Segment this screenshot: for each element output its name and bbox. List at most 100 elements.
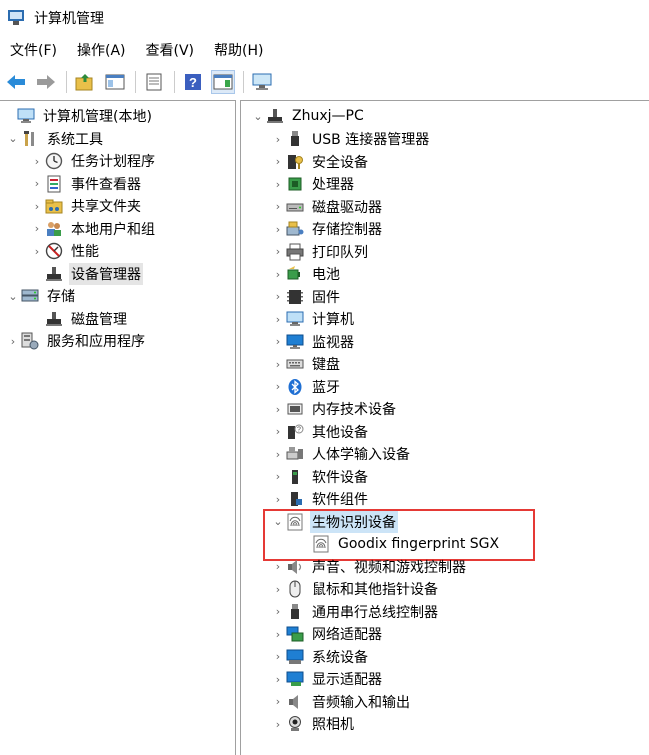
chevron-right-icon[interactable]: › xyxy=(271,470,285,483)
nav-item[interactable]: › 任务计划程序 xyxy=(30,150,157,172)
menu-view[interactable]: 查看(V) xyxy=(136,38,205,64)
device-category[interactable]: ⌄ 生物识别设备 xyxy=(271,510,398,533)
chevron-down-icon[interactable]: ⌄ xyxy=(6,132,20,145)
menu-action[interactable]: 操作(A) xyxy=(67,38,136,64)
chevron-right-icon[interactable]: › xyxy=(271,335,285,348)
device-category[interactable]: › 音频输入和输出 xyxy=(271,691,412,713)
device-category[interactable]: › 蓝牙 xyxy=(271,376,342,398)
chevron-right-icon[interactable]: › xyxy=(30,245,44,258)
chevron-right-icon[interactable]: › xyxy=(30,200,44,213)
back-button[interactable] xyxy=(4,70,28,94)
users-icon xyxy=(44,220,64,238)
nav-item[interactable]: 磁盘管理 xyxy=(30,308,129,330)
chevron-right-icon[interactable]: › xyxy=(271,695,285,708)
device-category[interactable]: › 磁盘驱动器 xyxy=(271,196,384,218)
chevron-down-icon[interactable]: ⌄ xyxy=(271,515,285,528)
device-category[interactable]: ›? 其他设备 xyxy=(271,421,370,443)
nav-item[interactable]: ⌄ 存储 xyxy=(6,285,77,307)
chevron-right-icon[interactable]: › xyxy=(271,245,285,258)
device-category[interactable]: › 计算机 xyxy=(271,308,356,330)
help-button[interactable]: ? xyxy=(181,70,205,94)
chevron-right-icon[interactable]: › xyxy=(6,335,20,348)
show-action-pane-button[interactable] xyxy=(211,70,235,94)
chevron-right-icon[interactable]: › xyxy=(271,448,285,461)
device-category[interactable]: › 内存技术设备 xyxy=(271,398,398,420)
device-category[interactable]: › 人体学输入设备 xyxy=(271,443,412,465)
toolbar-separator xyxy=(66,71,67,93)
nav-item[interactable]: › 服务和应用程序 xyxy=(6,330,147,352)
device-category[interactable]: › USB 连接器管理器 xyxy=(271,128,431,150)
device-category[interactable]: › 打印队列 xyxy=(271,241,370,263)
chevron-right-icon[interactable]: › xyxy=(271,313,285,326)
menu-file[interactable]: 文件(F) xyxy=(0,38,67,64)
nav-item[interactable]: 计算机管理(本地) xyxy=(2,105,154,127)
device-tree-root[interactable]: ⌄ Zhuxj—PC xyxy=(251,105,366,127)
device-item[interactable]: Goodix fingerprint SGX xyxy=(297,533,501,555)
window-title: 计算机管理 xyxy=(34,11,104,27)
chevron-right-icon[interactable]: › xyxy=(30,155,44,168)
chevron-right-icon[interactable]: › xyxy=(30,177,44,190)
show-hide-tree-button[interactable] xyxy=(103,70,127,94)
nav-item[interactable]: › 性能 xyxy=(30,240,101,262)
chevron-right-icon[interactable]: › xyxy=(271,583,285,596)
chevron-right-icon[interactable]: › xyxy=(271,718,285,731)
device-category[interactable]: › 电池 xyxy=(271,263,342,285)
device-category[interactable]: › 固件 xyxy=(271,286,342,308)
up-folder-button[interactable] xyxy=(73,70,97,94)
disk-management-icon xyxy=(44,310,64,328)
chevron-right-icon[interactable]: › xyxy=(271,155,285,168)
device-category[interactable]: › 监视器 xyxy=(271,331,356,353)
device-category[interactable]: › 照相机 xyxy=(271,713,356,735)
tree-item-label: 固件 xyxy=(312,289,340,306)
chevron-right-icon[interactable]: › xyxy=(271,380,285,393)
device-category[interactable]: › 通用串行总线控制器 xyxy=(271,601,440,623)
chevron-right-icon[interactable]: › xyxy=(271,493,285,506)
fingerprint-icon xyxy=(311,535,331,553)
device-category[interactable]: › 处理器 xyxy=(271,173,356,195)
nav-item[interactable]: › 事件查看器 xyxy=(30,173,143,195)
nav-item[interactable]: › 共享文件夹 xyxy=(30,195,143,217)
chevron-right-icon[interactable]: › xyxy=(271,650,285,663)
chevron-right-icon[interactable]: › xyxy=(271,200,285,213)
device-category[interactable]: › 存储控制器 xyxy=(271,218,384,240)
monitor-button[interactable] xyxy=(250,70,274,94)
tree-item-label: 服务和应用程序 xyxy=(47,334,145,350)
chevron-right-icon[interactable]: › xyxy=(271,403,285,416)
device-category[interactable]: › 软件组件 xyxy=(271,488,370,510)
properties-button[interactable] xyxy=(142,70,166,94)
device-category[interactable]: › 网络适配器 xyxy=(271,623,384,645)
menu-help[interactable]: 帮助(H) xyxy=(204,38,273,64)
device-tree[interactable]: ⌄ Zhuxj—PC › USB 连接器管理器 › 安全设备 › 处理器 › 磁盘驱动器 › 存储控制… xyxy=(240,100,649,755)
toolbar: ? xyxy=(0,66,649,98)
chevron-right-icon[interactable]: › xyxy=(271,223,285,236)
chevron-down-icon[interactable]: ⌄ xyxy=(251,110,265,123)
chevron-right-icon[interactable]: › xyxy=(271,133,285,146)
device-category[interactable]: › 安全设备 xyxy=(271,151,370,173)
device-category[interactable]: › 鼠标和其他指针设备 xyxy=(271,578,440,600)
chevron-right-icon[interactable]: › xyxy=(271,268,285,281)
chevron-right-icon[interactable]: › xyxy=(271,673,285,686)
device-category[interactable]: › 声音、视频和游戏控制器 xyxy=(271,556,468,578)
tree-item-label: 处理器 xyxy=(312,177,354,193)
chevron-right-icon[interactable]: › xyxy=(271,425,285,438)
device-category[interactable]: › 系统设备 xyxy=(271,646,370,668)
chevron-right-icon[interactable]: › xyxy=(271,358,285,371)
monitor-icon xyxy=(252,73,272,90)
forward-button[interactable] xyxy=(34,70,58,94)
device-category[interactable]: › 键盘 xyxy=(271,353,342,375)
chevron-down-icon[interactable]: ⌄ xyxy=(6,290,20,303)
chevron-right-icon[interactable]: › xyxy=(271,628,285,641)
nav-item[interactable]: 设备管理器 xyxy=(30,262,143,285)
device-category[interactable]: › 软件设备 xyxy=(271,466,370,488)
nav-item[interactable]: › 本地用户和组 xyxy=(30,218,157,240)
chevron-right-icon[interactable]: › xyxy=(271,605,285,618)
navigation-tree[interactable]: 计算机管理(本地) ⌄ 系统工具 › 任务计划程序 › 事件查看器 › 共享文件夹 › 本地用户和组… xyxy=(0,100,236,755)
nav-item[interactable]: ⌄ 系统工具 xyxy=(6,128,105,150)
tree-item-label: Goodix fingerprint SGX xyxy=(338,536,500,552)
chevron-right-icon[interactable]: › xyxy=(271,290,285,303)
chevron-right-icon[interactable]: › xyxy=(271,178,285,191)
audio-io-icon xyxy=(285,693,305,711)
device-category[interactable]: › 显示适配器 xyxy=(271,668,384,690)
chevron-right-icon[interactable]: › xyxy=(30,222,44,235)
chevron-right-icon[interactable]: › xyxy=(271,560,285,573)
